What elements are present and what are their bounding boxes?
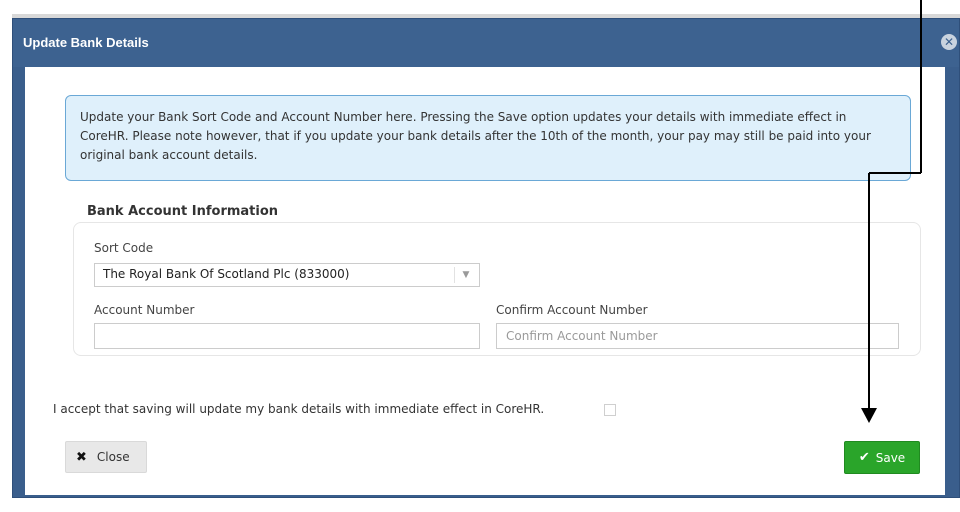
confirm-account-number-input[interactable] — [496, 323, 899, 349]
section-title: Bank Account Information — [87, 204, 279, 219]
select-divider — [454, 267, 455, 283]
confirm-account-number-label: Confirm Account Number — [496, 303, 648, 317]
x-icon: ✖ — [76, 449, 87, 465]
dialog-title: Update Bank Details — [23, 35, 149, 50]
save-button-label: Save — [875, 450, 906, 465]
sort-code-value: The Royal Bank Of Scotland Plc (833000) — [103, 267, 350, 281]
close-button[interactable]: ✖ Close — [65, 441, 147, 473]
close-button-label: Close — [96, 450, 130, 464]
acceptance-checkbox[interactable] — [604, 404, 616, 416]
acceptance-text: I accept that saving will update my bank… — [53, 402, 545, 416]
update-bank-details-dialog: Update Bank Details ✕ Update your Bank S… — [12, 18, 960, 498]
save-button[interactable]: ✔ Save — [844, 441, 920, 474]
account-number-input[interactable] — [94, 323, 480, 349]
chevron-down-icon[interactable]: ▼ — [459, 267, 473, 283]
account-number-label: Account Number — [94, 303, 195, 317]
sort-code-label: Sort Code — [94, 241, 154, 255]
dialog-header: Update Bank Details ✕ — [13, 19, 959, 67]
info-message: Update your Bank Sort Code and Account N… — [65, 95, 911, 181]
checkmark-icon: ✔ — [858, 450, 870, 465]
sort-code-select[interactable]: The Royal Bank Of Scotland Plc (833000) … — [94, 263, 480, 287]
dialog-body: Update your Bank Sort Code and Account N… — [25, 67, 945, 495]
close-circle-icon[interactable]: ✕ — [941, 34, 957, 50]
